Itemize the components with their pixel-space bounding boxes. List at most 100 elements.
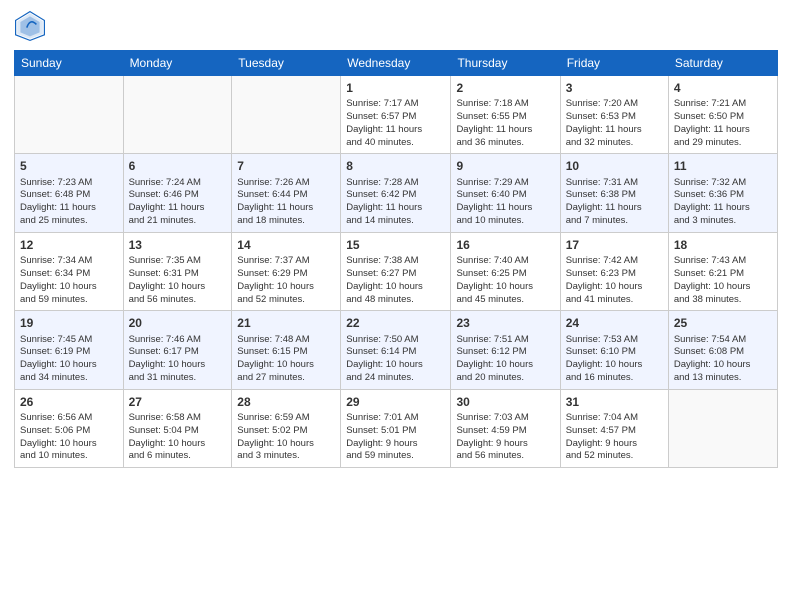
day-info: Sunrise: 7:45 AM Sunset: 6:19 PM Dayligh… [20,334,118,385]
day-info: Sunrise: 7:23 AM Sunset: 6:48 PM Dayligh… [20,177,118,228]
day-number: 25 [674,315,772,331]
calendar-cell: 30 Sunrise: 7:03 AM Sunset: 4:59 PM Dayli… [451,389,560,467]
day-number: 24 [566,315,663,331]
day-number: 5 [20,158,118,174]
day-number: 19 [20,315,118,331]
weekday-header-sunday: Sunday [15,51,124,76]
day-number: 22 [346,315,445,331]
calendar-cell: 6 Sunrise: 7:24 AM Sunset: 6:46 PM Daylig… [123,154,232,232]
day-info: Sunrise: 7:40 AM Sunset: 6:25 PM Dayligh… [456,255,554,306]
day-number: 15 [346,237,445,253]
day-number: 2 [456,80,554,96]
day-info: Sunrise: 7:01 AM Sunset: 5:01 PM Dayligh… [346,412,445,463]
day-info: Sunrise: 7:53 AM Sunset: 6:10 PM Dayligh… [566,334,663,385]
day-number: 26 [20,394,118,410]
day-info: Sunrise: 7:04 AM Sunset: 4:57 PM Dayligh… [566,412,663,463]
week-row-1: 1Sunrise: 7:17 AM Sunset: 6:57 PM Daylig… [15,76,778,154]
header [14,10,778,42]
calendar-cell: 29 Sunrise: 7:01 AM Sunset: 5:01 PM Dayli… [341,389,451,467]
day-info: Sunrise: 7:31 AM Sunset: 6:38 PM Dayligh… [566,177,663,228]
calendar-cell: 18 Sunrise: 7:43 AM Sunset: 6:21 PM Dayli… [668,232,777,310]
day-info: Sunrise: 7:29 AM Sunset: 6:40 PM Dayligh… [456,177,554,228]
day-number: 10 [566,158,663,174]
calendar-table: SundayMondayTuesdayWednesdayThursdayFrid… [14,50,778,468]
weekday-header-saturday: Saturday [668,51,777,76]
calendar-cell: 17Sunrise: 7:42 AM Sunset: 6:23 PM Dayli… [560,232,668,310]
day-number: 6 [129,158,227,174]
day-info: Sunrise: 7:37 AM Sunset: 6:29 PM Dayligh… [237,255,335,306]
calendar-cell: 8Sunrise: 7:28 AM Sunset: 6:42 PM Daylig… [341,154,451,232]
day-info: Sunrise: 7:38 AM Sunset: 6:27 PM Dayligh… [346,255,445,306]
day-info: Sunrise: 7:35 AM Sunset: 6:31 PM Dayligh… [129,255,227,306]
day-info: Sunrise: 6:58 AM Sunset: 5:04 PM Dayligh… [129,412,227,463]
day-number: 14 [237,237,335,253]
day-number: 28 [237,394,335,410]
day-number: 30 [456,394,554,410]
weekday-header-thursday: Thursday [451,51,560,76]
calendar-cell: 2Sunrise: 7:18 AM Sunset: 6:55 PM Daylig… [451,76,560,154]
weekday-header-wednesday: Wednesday [341,51,451,76]
week-row-3: 12 Sunrise: 7:34 AM Sunset: 6:34 PM Dayli… [15,232,778,310]
calendar-cell: 11Sunrise: 7:32 AM Sunset: 6:36 PM Dayli… [668,154,777,232]
day-number: 13 [129,237,227,253]
calendar-cell: 5 Sunrise: 7:23 AM Sunset: 6:48 PM Daylig… [15,154,124,232]
day-number: 23 [456,315,554,331]
day-info: Sunrise: 7:51 AM Sunset: 6:12 PM Dayligh… [456,334,554,385]
day-info: Sunrise: 7:21 AM Sunset: 6:50 PM Dayligh… [674,98,772,149]
calendar-cell: 10 Sunrise: 7:31 AM Sunset: 6:38 PM Dayli… [560,154,668,232]
day-number: 16 [456,237,554,253]
day-info: Sunrise: 7:50 AM Sunset: 6:14 PM Dayligh… [346,334,445,385]
calendar-cell: 14 Sunrise: 7:37 AM Sunset: 6:29 PM Dayli… [232,232,341,310]
calendar-cell: 9 Sunrise: 7:29 AM Sunset: 6:40 PM Daylig… [451,154,560,232]
calendar-cell [123,76,232,154]
calendar-cell: 16 Sunrise: 7:40 AM Sunset: 6:25 PM Dayli… [451,232,560,310]
calendar-cell [668,389,777,467]
day-number: 4 [674,80,772,96]
calendar-cell: 26Sunrise: 6:56 AM Sunset: 5:06 PM Dayli… [15,389,124,467]
day-number: 21 [237,315,335,331]
calendar-cell: 15 Sunrise: 7:38 AM Sunset: 6:27 PM Dayli… [341,232,451,310]
day-number: 11 [674,158,772,174]
day-info: Sunrise: 7:54 AM Sunset: 6:08 PM Dayligh… [674,334,772,385]
calendar-cell: 31 Sunrise: 7:04 AM Sunset: 4:57 PM Dayli… [560,389,668,467]
day-number: 3 [566,80,663,96]
day-info: Sunrise: 7:26 AM Sunset: 6:44 PM Dayligh… [237,177,335,228]
day-number: 27 [129,394,227,410]
week-row-4: 19 Sunrise: 7:45 AM Sunset: 6:19 PM Dayli… [15,311,778,389]
day-number: 12 [20,237,118,253]
day-number: 31 [566,394,663,410]
weekday-header-row: SundayMondayTuesdayWednesdayThursdayFrid… [15,51,778,76]
calendar-cell: 19 Sunrise: 7:45 AM Sunset: 6:19 PM Dayli… [15,311,124,389]
calendar-cell: 13 Sunrise: 7:35 AM Sunset: 6:31 PM Dayli… [123,232,232,310]
calendar-cell: 20 Sunrise: 7:46 AM Sunset: 6:17 PM Dayli… [123,311,232,389]
calendar-cell: 7 Sunrise: 7:26 AM Sunset: 6:44 PM Daylig… [232,154,341,232]
calendar-cell [15,76,124,154]
day-number: 17 [566,237,663,253]
day-info: Sunrise: 7:48 AM Sunset: 6:15 PM Dayligh… [237,334,335,385]
logo-icon [14,10,46,42]
day-info: Sunrise: 7:34 AM Sunset: 6:34 PM Dayligh… [20,255,118,306]
day-info: Sunrise: 6:59 AM Sunset: 5:02 PM Dayligh… [237,412,335,463]
calendar-cell: 12 Sunrise: 7:34 AM Sunset: 6:34 PM Dayli… [15,232,124,310]
day-info: Sunrise: 7:46 AM Sunset: 6:17 PM Dayligh… [129,334,227,385]
day-number: 29 [346,394,445,410]
day-info: Sunrise: 7:03 AM Sunset: 4:59 PM Dayligh… [456,412,554,463]
day-info: Sunrise: 7:20 AM Sunset: 6:53 PM Dayligh… [566,98,663,149]
day-info: Sunrise: 7:24 AM Sunset: 6:46 PM Dayligh… [129,177,227,228]
day-number: 7 [237,158,335,174]
calendar-cell: 21 Sunrise: 7:48 AM Sunset: 6:15 PM Dayli… [232,311,341,389]
day-number: 8 [346,158,445,174]
calendar-cell: 28 Sunrise: 6:59 AM Sunset: 5:02 PM Dayli… [232,389,341,467]
day-number: 18 [674,237,772,253]
week-row-2: 5 Sunrise: 7:23 AM Sunset: 6:48 PM Daylig… [15,154,778,232]
day-number: 9 [456,158,554,174]
day-info: Sunrise: 7:43 AM Sunset: 6:21 PM Dayligh… [674,255,772,306]
page: SundayMondayTuesdayWednesdayThursdayFrid… [0,0,792,612]
weekday-header-monday: Monday [123,51,232,76]
calendar-cell: 24 Sunrise: 7:53 AM Sunset: 6:10 PM Dayli… [560,311,668,389]
logo [14,10,50,42]
calendar-cell: 3 Sunrise: 7:20 AM Sunset: 6:53 PM Daylig… [560,76,668,154]
day-number: 20 [129,315,227,331]
weekday-header-tuesday: Tuesday [232,51,341,76]
calendar-cell [232,76,341,154]
